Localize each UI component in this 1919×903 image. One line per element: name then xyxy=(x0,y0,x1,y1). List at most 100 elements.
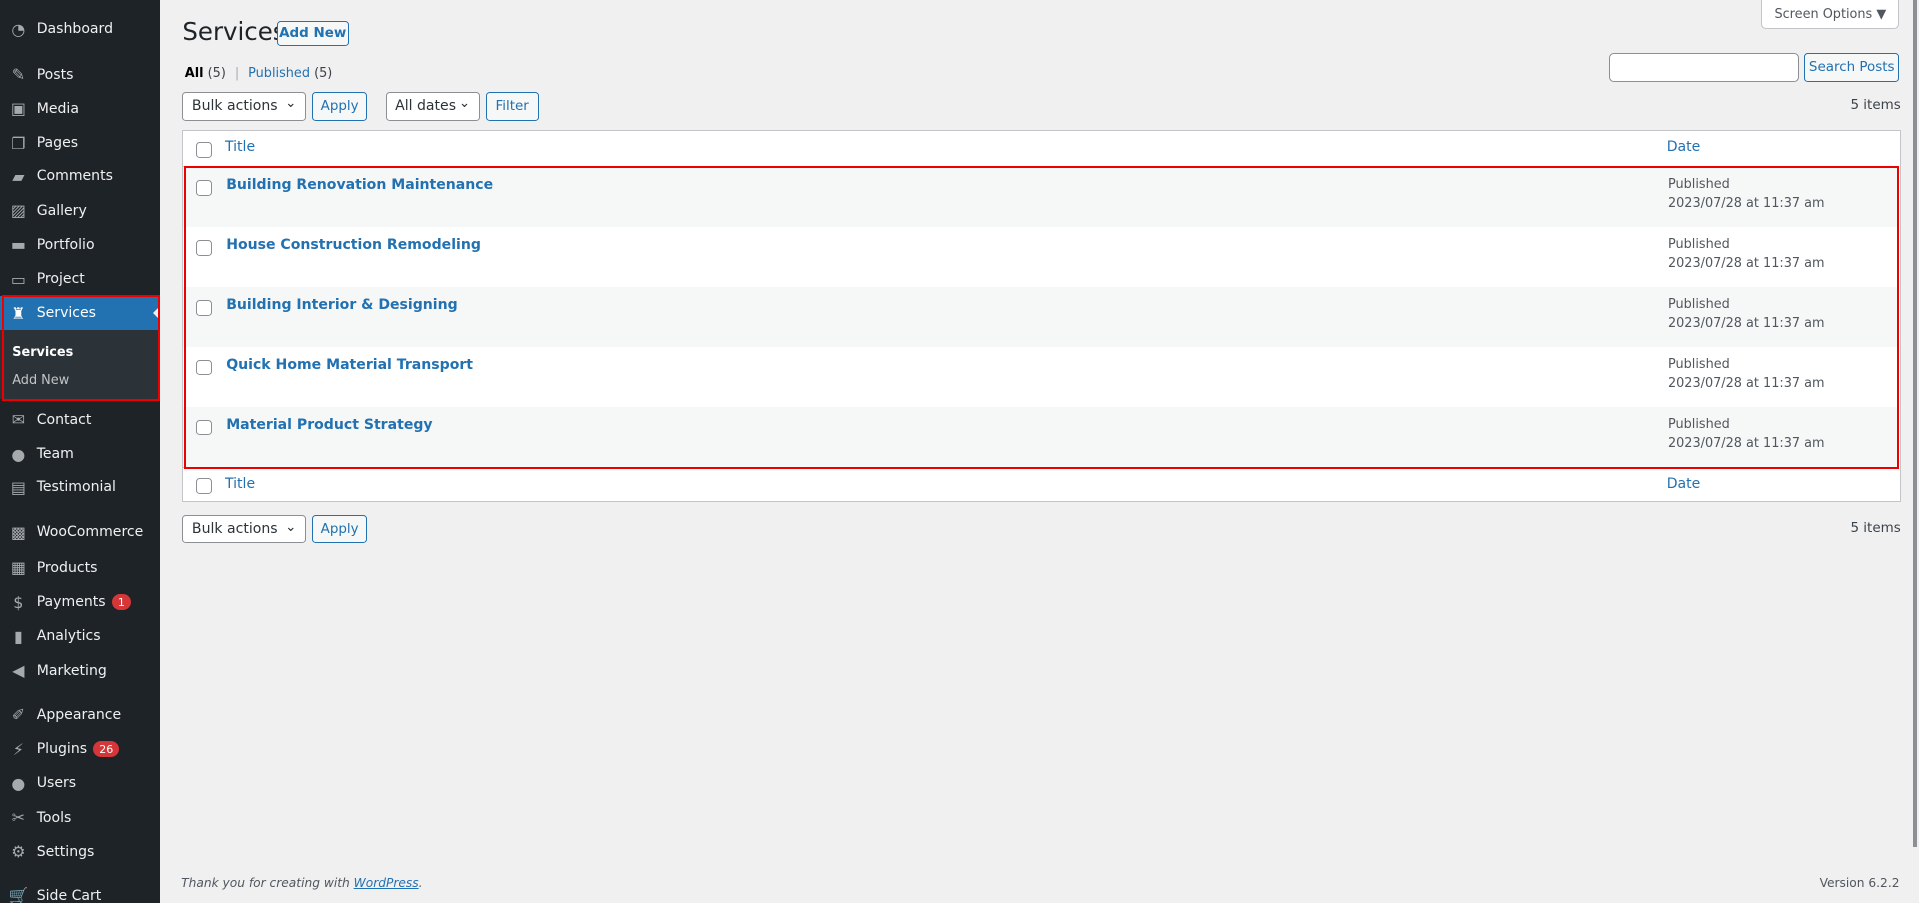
sidebar-item-users[interactable]: ● Users xyxy=(0,766,160,800)
bulk-actions-select-bottom[interactable]: Bulk actions ⌄ xyxy=(182,515,306,544)
sidebar-item-settings[interactable]: ⚙ Settings xyxy=(0,835,160,869)
scrollbar[interactable] xyxy=(1912,0,1917,847)
sidebar-item-label: Team xyxy=(36,446,74,463)
email-icon: ✉ xyxy=(11,410,26,430)
sidebar-item-services[interactable]: ♜ Services xyxy=(0,296,161,331)
comment-icon: ▰ xyxy=(12,166,25,186)
post-status: Published xyxy=(1667,236,1730,252)
sidebar-item-appearance[interactable]: ✐ Appearance xyxy=(0,698,160,732)
post-status: Published xyxy=(1667,416,1730,432)
post-title-link[interactable]: House Construction Remodeling xyxy=(226,237,481,253)
post-status: Published xyxy=(1667,296,1730,312)
dollar-icon: $ xyxy=(13,592,24,612)
brush-icon: ✐ xyxy=(11,705,26,725)
table-row: Building Renovation Maintenance Publishe… xyxy=(183,167,1900,228)
post-date: 2023/07/28 at 11:37 am xyxy=(1667,196,1825,212)
sidebar-item-label: Gallery xyxy=(36,202,87,219)
sidebar-item-products[interactable]: ▦ Products xyxy=(0,551,160,585)
sidebar-item-testimonial[interactable]: ▤ Testimonial xyxy=(0,470,160,504)
search-input[interactable] xyxy=(1609,52,1800,82)
sidebar-item-project[interactable]: ▭ Project xyxy=(0,262,160,296)
post-title-link[interactable]: Material Product Strategy xyxy=(226,417,432,433)
dashboard-icon: ◔ xyxy=(11,19,26,39)
sidebar-item-marketing[interactable]: ◀ Marketing xyxy=(0,654,160,688)
column-date-footer[interactable]: Date xyxy=(1667,476,1701,492)
woo-icon: ▩ xyxy=(10,522,26,542)
post-title-link[interactable]: Quick Home Material Transport xyxy=(226,357,473,373)
column-date[interactable]: Date xyxy=(1667,139,1701,155)
sidebar-item-side-cart[interactable]: 🛒 Side Cart xyxy=(0,879,160,903)
sidebar-item-portfolio[interactable]: ▬ Portfolio xyxy=(0,228,160,262)
services-table: Title Date Building Renovation Maintenan… xyxy=(182,129,1901,502)
items-count-bottom: 5 items xyxy=(1850,521,1901,537)
select-all-checkbox-footer[interactable] xyxy=(195,478,212,494)
screen-options-button[interactable]: Screen Options ▼ xyxy=(1761,0,1900,30)
sidebar-item-label: Products xyxy=(36,559,98,576)
sidebar-item-label: Contact xyxy=(36,411,92,428)
filter-published[interactable]: Published xyxy=(248,66,310,81)
sidebar-item-plugins[interactable]: ⚡ Plugins 26 xyxy=(0,732,160,766)
sidebar-item-analytics[interactable]: ▮ Analytics xyxy=(0,619,160,653)
cart-icon: 🛒 xyxy=(8,886,29,903)
table-row: Quick Home Material Transport Published … xyxy=(183,347,1899,407)
column-title[interactable]: Title xyxy=(225,139,255,155)
sidebar-item-tools[interactable]: ✂ Tools xyxy=(0,800,160,834)
post-date: 2023/07/28 at 11:37 am xyxy=(1667,316,1825,332)
submenu-add-new[interactable]: Add New xyxy=(12,373,69,388)
row-checkbox[interactable] xyxy=(195,299,212,316)
sidebar-item-label: Project xyxy=(36,271,85,288)
table-row: Building Interior & Designing Published … xyxy=(183,287,1900,348)
row-checkbox[interactable] xyxy=(195,239,212,256)
post-title-link[interactable]: Building Interior & Designing xyxy=(226,297,458,313)
sidebar-item-contact[interactable]: ✉ Contact xyxy=(0,403,160,437)
sidebar-item-label: Pages xyxy=(36,135,79,152)
sidebar-item-posts[interactable]: ✎ Posts xyxy=(0,58,160,92)
sidebar-item-label: Settings xyxy=(36,843,95,860)
sidebar-item-pages[interactable]: ❐ Pages xyxy=(0,126,160,160)
pin-icon: ✎ xyxy=(11,65,26,85)
dates-select[interactable]: All dates ⌄ xyxy=(385,91,480,122)
bulk-actions-select[interactable]: Bulk actions ⌄ xyxy=(182,91,306,122)
chevron-down-icon: ⌄ xyxy=(285,519,297,535)
sidebar-item-label: WooCommerce xyxy=(36,524,144,541)
sidebar-item-woocommerce[interactable]: ▩ WooCommerce xyxy=(0,515,160,549)
select-all-checkbox[interactable] xyxy=(195,141,212,158)
row-checkbox[interactable] xyxy=(195,419,212,436)
published-count: (5) xyxy=(314,66,333,82)
apply-button[interactable]: Apply xyxy=(312,91,368,122)
sidebar-item-media[interactable]: ▣ Media xyxy=(0,92,160,126)
sidebar-item-label: Analytics xyxy=(36,628,101,645)
search-posts-button[interactable]: Search Posts xyxy=(1804,52,1900,82)
admin-sidebar: ◔ Dashboard ✎ Posts ▣ Media ❐ Pages ▰ Comments ▨ Ga… xyxy=(0,0,161,903)
bar-chart-icon: ▮ xyxy=(13,626,23,646)
submenu-services[interactable]: Services xyxy=(12,345,73,360)
folder-icon: ▬ xyxy=(10,235,26,255)
table-row: Material Product Strategy Published 2023… xyxy=(183,407,1900,468)
sidebar-item-payments[interactable]: $ Payments 1 xyxy=(0,585,160,619)
megaphone-icon: ◀ xyxy=(12,661,25,681)
page-title: Services xyxy=(182,17,286,47)
sidebar-item-label: Appearance xyxy=(36,706,122,723)
pages-icon: ❐ xyxy=(11,133,26,153)
sidebar-item-team[interactable]: ● Team xyxy=(0,437,160,471)
apply-button-bottom[interactable]: Apply xyxy=(312,515,368,544)
sidebar-item-label: Comments xyxy=(36,168,113,185)
status-filters: All (5) | Published (5) xyxy=(185,66,332,81)
separator: | xyxy=(234,66,240,82)
wordpress-link[interactable]: WordPress xyxy=(354,876,419,890)
settings-icon: ⚙ xyxy=(11,842,26,862)
column-title-footer[interactable]: Title xyxy=(225,476,255,492)
sidebar-item-comments[interactable]: ▰ Comments xyxy=(0,159,160,193)
filter-all[interactable]: All xyxy=(185,66,204,81)
add-new-button[interactable]: Add New xyxy=(276,20,349,47)
post-date: 2023/07/28 at 11:37 am xyxy=(1667,376,1825,392)
table-header: Title Date xyxy=(183,131,1900,168)
row-checkbox[interactable] xyxy=(195,179,212,196)
filter-button[interactable]: Filter xyxy=(485,91,539,122)
sidebar-item-gallery[interactable]: ▨ Gallery xyxy=(0,193,160,227)
post-status: Published xyxy=(1667,176,1730,192)
row-checkbox[interactable] xyxy=(195,359,212,376)
post-status: Published xyxy=(1667,356,1730,372)
sidebar-item-dashboard[interactable]: ◔ Dashboard xyxy=(0,12,160,46)
post-title-link[interactable]: Building Renovation Maintenance xyxy=(226,177,493,193)
